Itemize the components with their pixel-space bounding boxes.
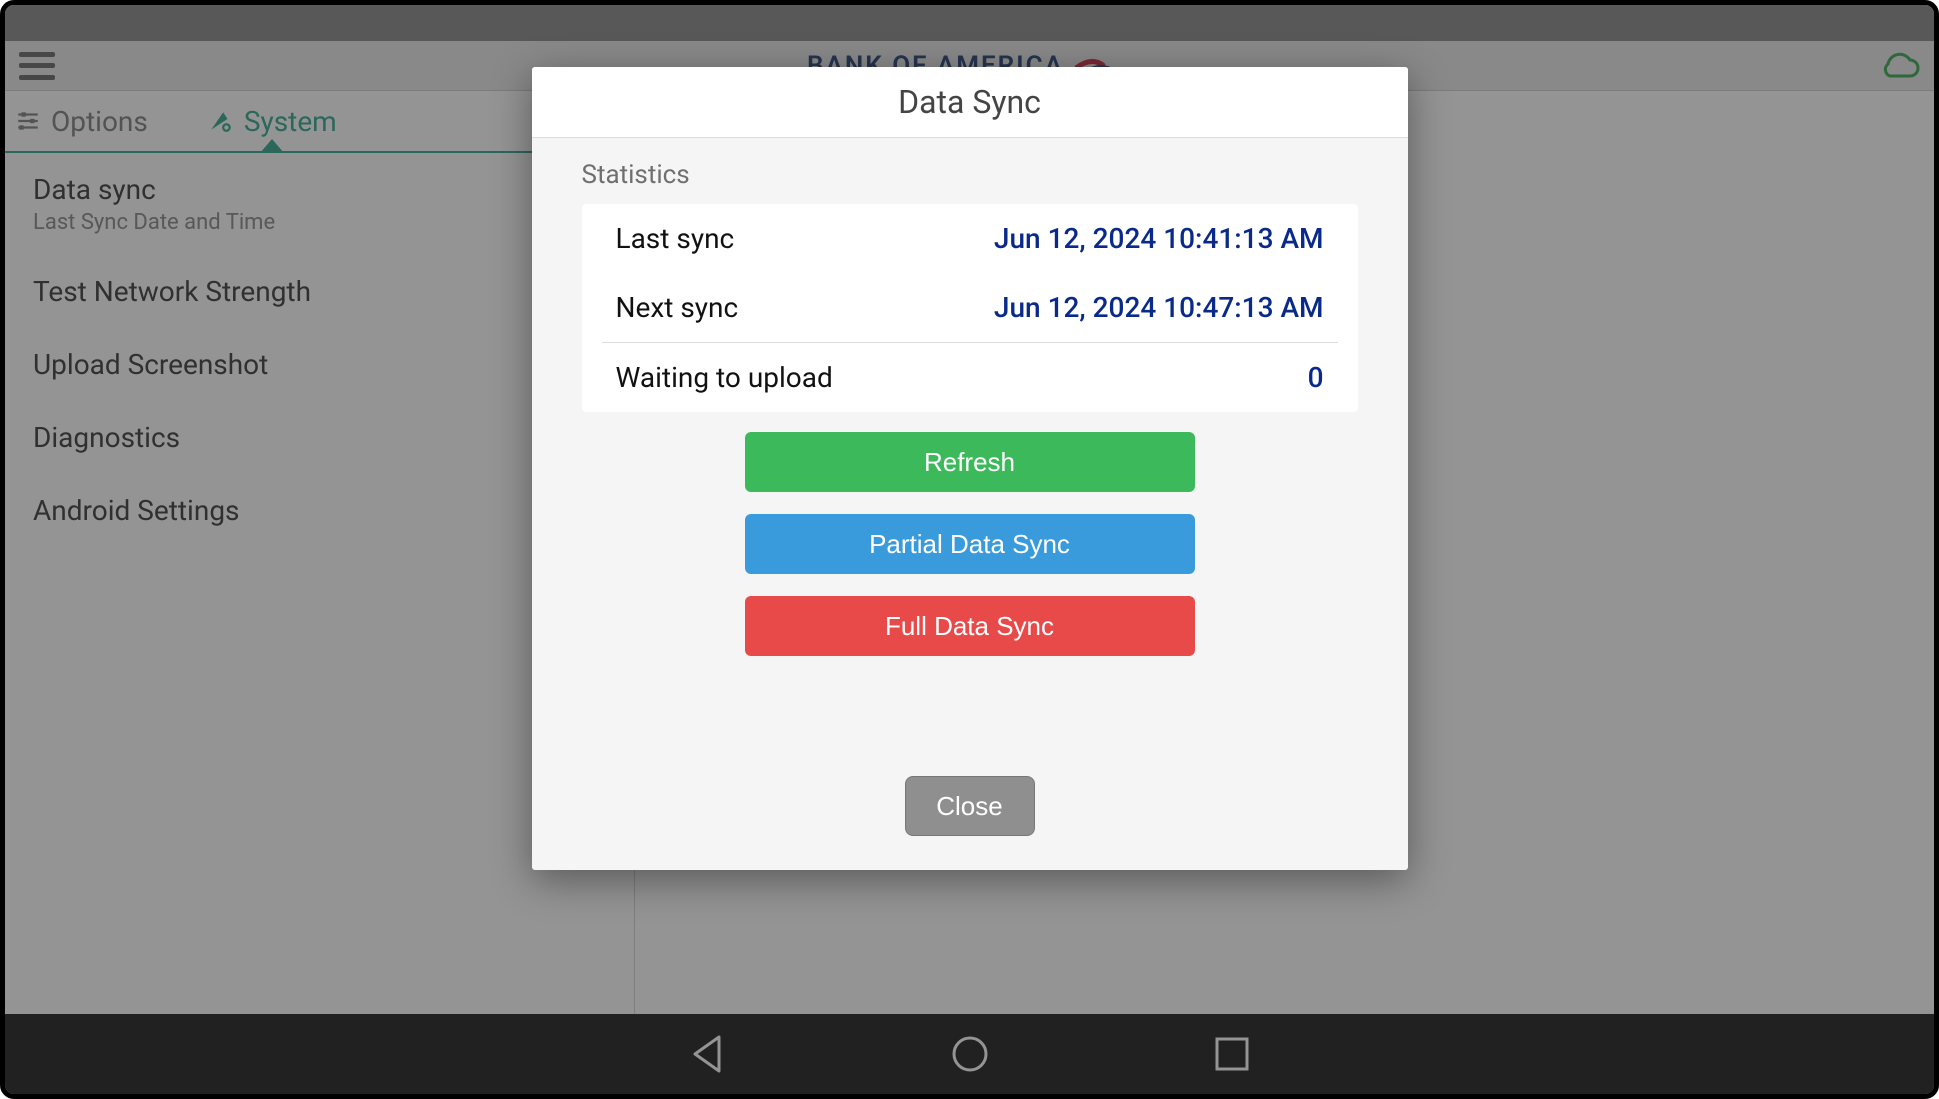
close-button[interactable]: Close [905, 776, 1035, 836]
dialog-title: Data Sync [532, 67, 1408, 138]
full-sync-button[interactable]: Full Data Sync [745, 596, 1195, 656]
waiting-label: Waiting to upload [616, 361, 833, 394]
next-sync-label: Next sync [616, 291, 739, 324]
data-sync-dialog: Data Sync Statistics Last sync Jun 12, 2… [532, 67, 1408, 870]
stat-row-last-sync: Last sync Jun 12, 2024 10:41:13 AM [582, 204, 1358, 273]
waiting-value: 0 [1308, 361, 1324, 394]
last-sync-label: Last sync [616, 222, 735, 255]
next-sync-value: Jun 12, 2024 10:47:13 AM [994, 291, 1324, 324]
stat-row-next-sync: Next sync Jun 12, 2024 10:47:13 AM [582, 273, 1358, 342]
stat-row-waiting: Waiting to upload 0 [582, 343, 1358, 412]
modal-scrim[interactable]: Data Sync Statistics Last sync Jun 12, 2… [5, 5, 1934, 1094]
dialog-buttons: Refresh Partial Data Sync Full Data Sync [532, 432, 1408, 656]
last-sync-value: Jun 12, 2024 10:41:13 AM [994, 222, 1324, 255]
partial-sync-button[interactable]: Partial Data Sync [745, 514, 1195, 574]
statistics-card: Last sync Jun 12, 2024 10:41:13 AM Next … [582, 204, 1358, 412]
statistics-label: Statistics [532, 138, 1408, 204]
refresh-button[interactable]: Refresh [745, 432, 1195, 492]
